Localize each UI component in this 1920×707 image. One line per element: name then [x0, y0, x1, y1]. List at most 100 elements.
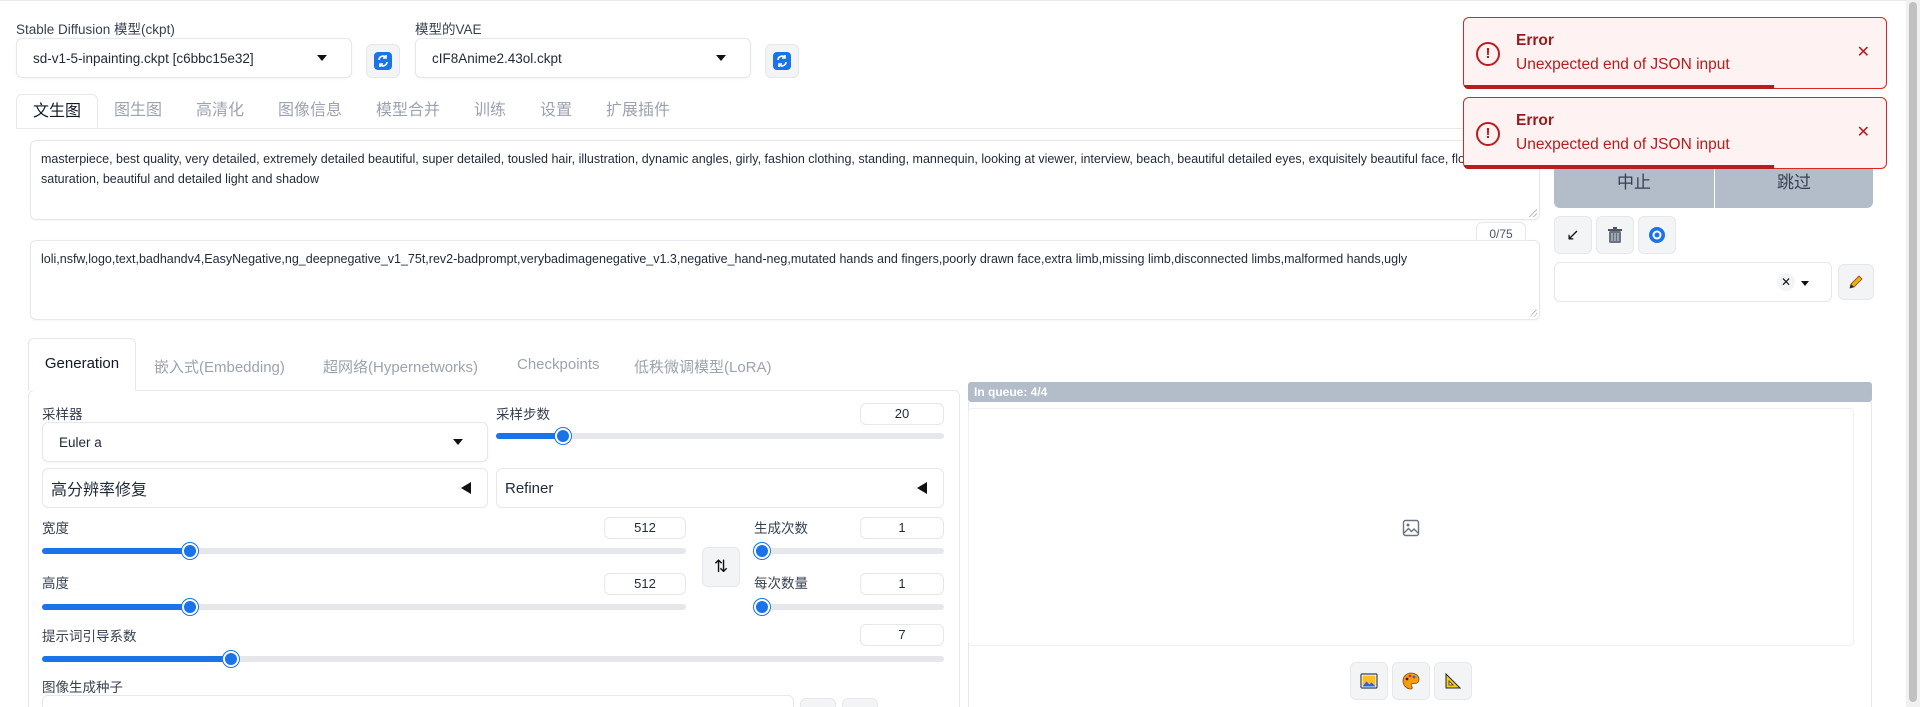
vae-select[interactable]: cIF8Anime2.43ol.ckpt	[415, 38, 751, 78]
tab-extras[interactable]: 高清化	[180, 94, 260, 128]
tab-settings[interactable]: 设置	[524, 94, 588, 128]
slider-thumb[interactable]	[754, 599, 770, 615]
steps-slider[interactable]	[496, 428, 944, 444]
send-to-extras-button[interactable]	[1434, 662, 1472, 700]
seed-label: 图像生成种子	[42, 680, 123, 695]
hires-fix-accordion[interactable]: 高分辨率修复	[42, 468, 488, 508]
batch-count-label: 生成次数	[754, 521, 808, 536]
collapse-triangle-icon	[917, 482, 927, 494]
send-to-img2img-button[interactable]	[1392, 662, 1430, 700]
batch-count-slider[interactable]	[754, 543, 944, 559]
seed-input[interactable]	[42, 695, 794, 707]
open-folder-button[interactable]	[1350, 662, 1388, 700]
model-value: sd-v1-5-inpainting.ckpt [c6bbc15e32]	[33, 50, 254, 66]
output-gallery	[968, 408, 1854, 646]
tab-checkpoints[interactable]: Checkpoints	[517, 356, 600, 373]
tab-checkpoint-merger[interactable]: 模型合并	[360, 94, 456, 128]
arrow-down-left-icon: ↙	[1566, 227, 1580, 244]
tab-txt2img[interactable]: 文生图	[16, 94, 99, 128]
refresh-icon	[773, 52, 791, 70]
refresh-vae-button[interactable]	[765, 44, 799, 78]
image-icon	[1360, 673, 1378, 689]
reuse-seed-button[interactable]	[842, 698, 878, 707]
tab-hypernetworks[interactable]: 超网络(Hypernetworks)	[323, 356, 478, 377]
height-input[interactable]: 512	[604, 573, 686, 595]
palette-icon	[1402, 672, 1420, 690]
chevron-down-icon	[1801, 281, 1809, 286]
width-input[interactable]: 512	[604, 517, 686, 539]
batch-size-input[interactable]: 1	[860, 573, 944, 595]
height-slider[interactable]	[42, 599, 686, 615]
slider-fill	[42, 548, 191, 554]
vae-label: 模型的VAE	[415, 22, 482, 37]
slider-fill	[42, 656, 232, 662]
hires-fix-label: 高分辨率修复	[51, 482, 148, 499]
main-tabs-divider	[16, 128, 1472, 129]
toast-progress-bar	[1464, 165, 1774, 169]
tab-generation[interactable]: Generation	[28, 338, 136, 391]
scrollbar-thumb[interactable]	[1909, 2, 1917, 702]
error-icon: !	[1476, 122, 1500, 146]
close-icon[interactable]: ✕	[1857, 42, 1870, 62]
width-slider[interactable]	[42, 543, 686, 559]
edit-styles-button[interactable]	[1838, 264, 1874, 300]
swap-icon: ⇅	[713, 557, 729, 576]
sampler-select[interactable]: Euler a	[42, 422, 488, 462]
cfg-input[interactable]: 7	[860, 624, 944, 646]
sampler-value: Euler a	[59, 434, 102, 450]
vae-value: cIF8Anime2.43ol.ckpt	[432, 50, 562, 66]
toast-title: Error	[1516, 112, 1554, 129]
batch-size-slider[interactable]	[754, 599, 944, 615]
swap-dimensions-button[interactable]: ⇅	[702, 547, 740, 587]
positive-prompt-text: masterpiece, best quality, very detailed…	[41, 152, 1523, 186]
tab-lora[interactable]: 低秩微调模型(LoRA)	[634, 356, 772, 377]
batch-count-input[interactable]: 1	[860, 517, 944, 539]
tab-train[interactable]: 训练	[458, 94, 522, 128]
resize-handle-icon[interactable]	[1529, 309, 1537, 317]
refresh-icon	[374, 52, 392, 70]
extra-networks-button[interactable]	[1638, 216, 1676, 254]
cfg-label: 提示词引导系数	[42, 629, 137, 644]
model-select[interactable]: sd-v1-5-inpainting.ckpt [c6bbc15e32]	[16, 38, 352, 78]
error-toast: ! Error Unexpected end of JSON input ✕	[1463, 97, 1887, 169]
steps-label: 采样步数	[496, 407, 550, 422]
resize-handle-icon[interactable]	[1529, 209, 1537, 217]
clear-prompt-button[interactable]	[1596, 216, 1634, 254]
tab-extensions[interactable]: 扩展插件	[590, 94, 686, 128]
tab-png-info[interactable]: 图像信息	[262, 94, 358, 128]
model-label: Stable Diffusion 模型(ckpt)	[16, 22, 175, 37]
toast-message: Unexpected end of JSON input	[1516, 56, 1730, 73]
slider-thumb[interactable]	[182, 599, 199, 615]
slider-thumb[interactable]	[182, 543, 199, 559]
styles-dropdown[interactable]: ✕	[1554, 262, 1832, 302]
queue-progress-bar: In queue: 4/4	[968, 382, 1872, 402]
positive-prompt-input[interactable]: masterpiece, best quality, very detailed…	[30, 140, 1540, 220]
read-params-button[interactable]: ↙	[1554, 216, 1592, 254]
steps-input[interactable]: 20	[860, 403, 944, 425]
clear-icon[interactable]: ✕	[1777, 273, 1795, 291]
random-seed-button[interactable]	[800, 698, 836, 707]
refresh-model-button[interactable]	[366, 44, 400, 78]
tab-img2img[interactable]: 图生图	[98, 94, 178, 128]
ruler-icon	[1445, 672, 1462, 689]
sampler-label: 采样器	[42, 407, 83, 422]
tab-embedding[interactable]: 嵌入式(Embedding)	[154, 356, 285, 377]
refiner-accordion[interactable]: Refiner	[496, 468, 944, 508]
error-toast: ! Error Unexpected end of JSON input ✕	[1463, 17, 1887, 89]
slider-thumb[interactable]	[754, 543, 770, 559]
negative-prompt-text: loli,nsfw,logo,text,badhandv4,EasyNegati…	[41, 252, 1408, 266]
pencil-icon	[1849, 275, 1863, 289]
collapse-triangle-icon	[461, 482, 471, 494]
chevron-down-icon	[317, 55, 327, 61]
chevron-down-icon	[716, 55, 726, 61]
negative-prompt-input[interactable]: loli,nsfw,logo,text,badhandv4,EasyNegati…	[30, 240, 1540, 320]
slider-fill	[42, 604, 191, 610]
styles-icon	[1649, 227, 1665, 243]
image-placeholder-icon	[1402, 519, 1420, 537]
error-icon: !	[1476, 42, 1500, 66]
cfg-slider[interactable]	[42, 651, 944, 667]
scrollbar-track[interactable]	[1906, 0, 1920, 707]
close-icon[interactable]: ✕	[1857, 122, 1870, 142]
toast-title: Error	[1516, 32, 1554, 49]
slider-fill	[496, 433, 564, 439]
